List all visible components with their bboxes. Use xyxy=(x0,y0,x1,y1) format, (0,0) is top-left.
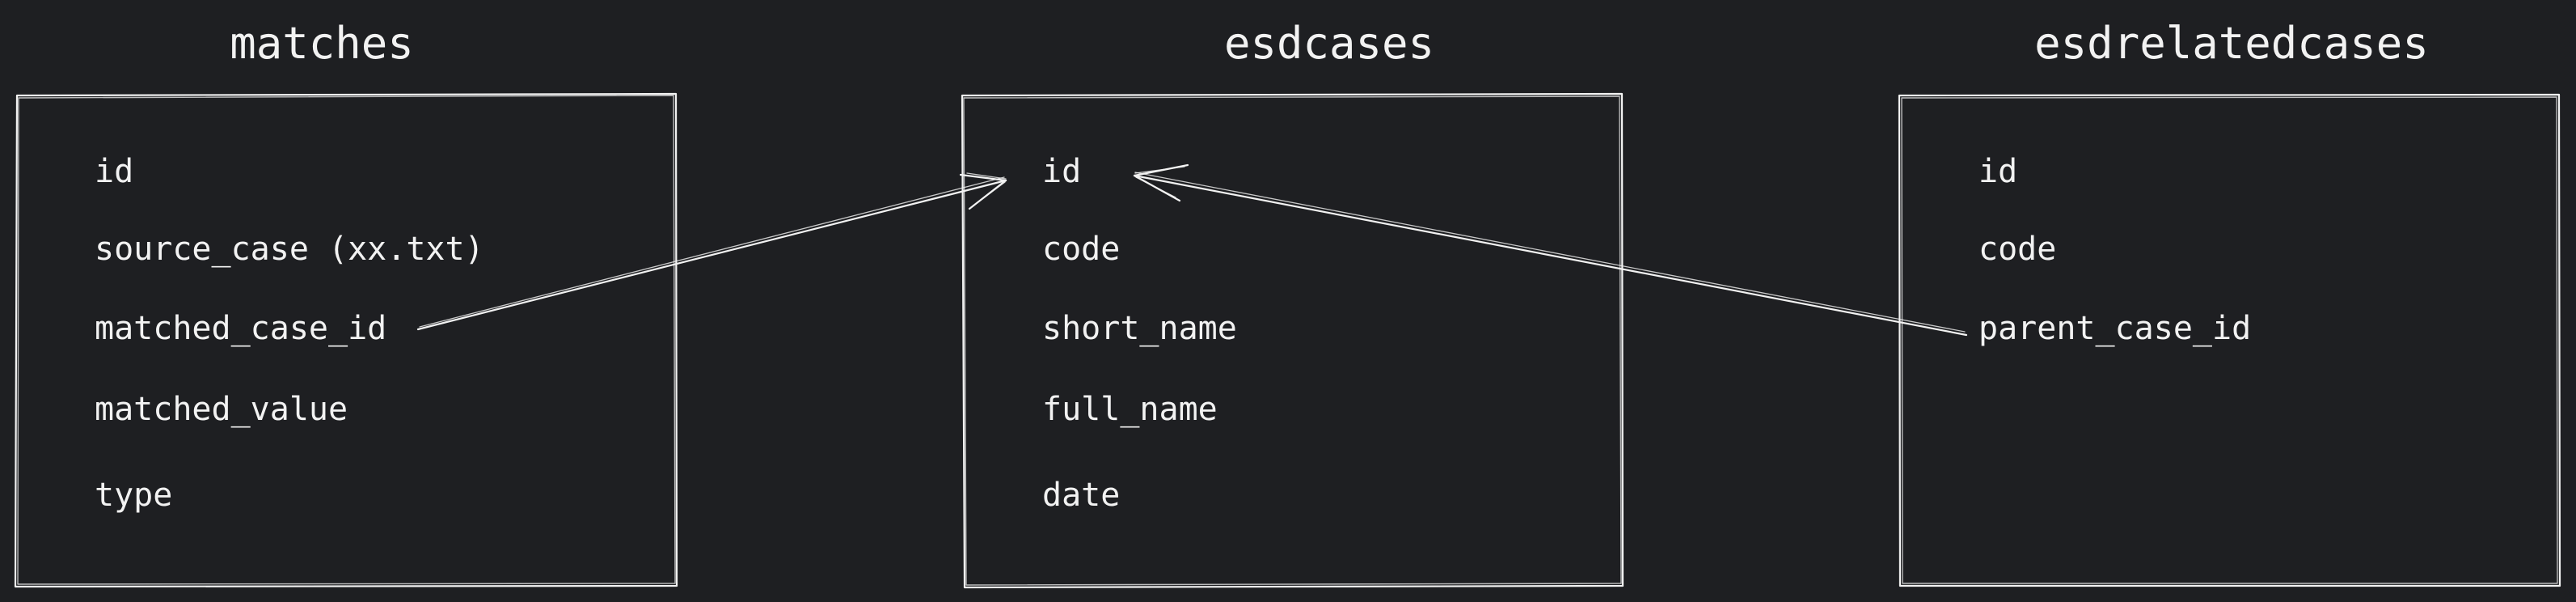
field-matches-matched-case-id: matched_case_id xyxy=(95,310,387,347)
field-matches-type: type xyxy=(95,477,173,514)
relation-arrow-parent-case-id xyxy=(1133,163,1968,337)
relation-arrow-matched-case-id xyxy=(416,172,1007,331)
table-title-esdcases: esdcases xyxy=(1223,18,1435,69)
field-esdcases-full-name: full_name xyxy=(1042,391,1218,428)
field-esdcases-id: id xyxy=(1042,153,1082,190)
field-matches-matched-value: matched_value xyxy=(95,391,348,428)
field-esdcases-short-name: short_name xyxy=(1042,310,1237,347)
field-esdrelatedcases-code: code xyxy=(1978,231,2057,268)
field-esdrelatedcases-id: id xyxy=(1978,153,2018,190)
table-title-esdrelatedcases: esdrelatedcases xyxy=(2034,18,2429,69)
field-matches-id: id xyxy=(95,153,134,190)
diagram-canvas xyxy=(14,92,2561,589)
field-esdcases-code: code xyxy=(1042,231,1121,268)
table-title-matches: matches xyxy=(230,18,414,69)
field-esdcases-date: date xyxy=(1042,477,1121,514)
field-matches-source-case: source_case (xx.txt) xyxy=(95,231,484,268)
field-esdrelatedcases-parent-case-id: parent_case_id xyxy=(1978,310,2252,347)
